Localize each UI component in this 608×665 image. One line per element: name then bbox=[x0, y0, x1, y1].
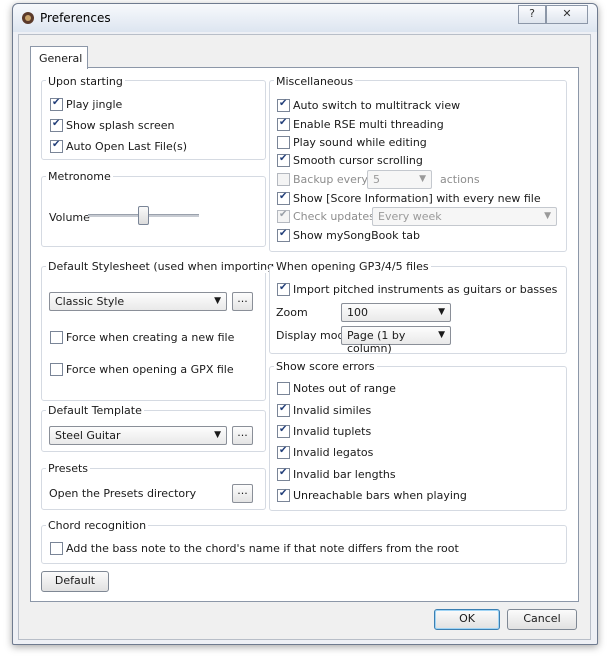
invalid-legatos-label: Invalid legatos bbox=[293, 446, 374, 459]
invalid-similes-label: Invalid similes bbox=[293, 404, 372, 417]
invalid-tuplets-checkbox[interactable] bbox=[277, 424, 290, 438]
presets-legend: Presets bbox=[46, 462, 91, 475]
mysongbook-checkbox[interactable] bbox=[277, 228, 290, 242]
misc-legend: Miscellaneous bbox=[274, 75, 356, 88]
chord-legend: Chord recognition bbox=[46, 519, 149, 532]
score-errors-legend: Show score errors bbox=[274, 360, 377, 373]
multitrack-checkbox[interactable] bbox=[277, 98, 290, 112]
stylesheet-browse-button[interactable]: ... bbox=[232, 292, 253, 311]
app-icon bbox=[22, 12, 34, 24]
display-mode-label: Display mode bbox=[276, 329, 352, 342]
volume-label: Volume bbox=[49, 211, 90, 224]
default-button[interactable]: Default bbox=[41, 571, 109, 592]
smooth-scroll-checkbox[interactable] bbox=[277, 153, 290, 167]
backup-checkbox[interactable] bbox=[277, 173, 290, 186]
presets-browse-button[interactable]: ... bbox=[232, 484, 253, 503]
metronome-legend: Metronome bbox=[46, 170, 113, 183]
display-mode-select[interactable]: Page (1 by column) ▼ bbox=[341, 326, 451, 355]
help-icon: ? bbox=[529, 7, 535, 20]
tab-label: General bbox=[39, 52, 83, 65]
chevron-down-icon: ▼ bbox=[544, 211, 551, 221]
cancel-button-label: Cancel bbox=[523, 612, 561, 625]
force-gpx-checkbox[interactable] bbox=[50, 363, 63, 376]
display-mode-value: Page (1 by column) bbox=[347, 329, 406, 355]
backup-count-spinner[interactable]: 5 ▼ bbox=[367, 170, 432, 189]
title-bar[interactable]: Preferences ? ✕ bbox=[13, 4, 597, 32]
invalid-legatos-checkbox[interactable] bbox=[277, 445, 290, 459]
score-info-label: Show [Score Information] with every new … bbox=[293, 192, 541, 205]
mysongbook-label: Show mySongBook tab bbox=[293, 229, 420, 242]
zoom-select[interactable]: 100 ▼ bbox=[341, 303, 451, 322]
close-icon: ✕ bbox=[562, 7, 572, 20]
import-pitched-checkbox[interactable] bbox=[277, 282, 290, 296]
close-button[interactable]: ✕ bbox=[546, 5, 588, 24]
cancel-button[interactable]: Cancel bbox=[507, 609, 577, 630]
notes-out-of-range-checkbox[interactable] bbox=[277, 382, 290, 395]
smooth-scroll-label: Smooth cursor scrolling bbox=[293, 154, 423, 167]
invalid-bar-lengths-label: Invalid bar lengths bbox=[293, 468, 396, 481]
zoom-label: Zoom bbox=[276, 306, 308, 319]
gp-import-legend: When opening GP3/4/5 files bbox=[274, 260, 431, 273]
ok-button-label: OK bbox=[459, 612, 475, 625]
play-jingle-label: Play jingle bbox=[66, 98, 123, 111]
bass-note-checkbox[interactable] bbox=[50, 542, 63, 555]
chevron-down-icon: ▼ bbox=[214, 296, 221, 306]
template-browse-button[interactable]: ... bbox=[232, 426, 253, 445]
multitrack-label: Auto switch to multitrack view bbox=[293, 99, 461, 112]
play-sound-checkbox[interactable] bbox=[277, 136, 290, 149]
splash-screen-checkbox[interactable] bbox=[50, 118, 63, 132]
stylesheet-select[interactable]: Classic Style ▼ bbox=[49, 292, 227, 311]
invalid-bar-lengths-checkbox[interactable] bbox=[277, 467, 290, 481]
window-title: Preferences bbox=[40, 11, 111, 25]
chevron-down-icon: ▼ bbox=[419, 174, 426, 184]
invalid-tuplets-label: Invalid tuplets bbox=[293, 425, 372, 438]
score-info-checkbox[interactable] bbox=[277, 191, 290, 205]
notes-out-of-range-label: Notes out of range bbox=[293, 382, 396, 395]
auto-open-label: Auto Open Last File(s) bbox=[66, 140, 188, 153]
rse-threading-checkbox[interactable] bbox=[277, 117, 290, 131]
update-frequency-select[interactable]: Every week ▼ bbox=[372, 207, 557, 226]
presets-label: Open the Presets directory bbox=[49, 487, 197, 500]
play-sound-label: Play sound while editing bbox=[293, 136, 427, 149]
check-updates-label: Check updates bbox=[293, 210, 375, 223]
check-updates-checkbox[interactable] bbox=[277, 209, 290, 223]
browse-label: ... bbox=[237, 292, 248, 305]
unreachable-bars-label: Unreachable bars when playing bbox=[293, 489, 467, 502]
invalid-similes-checkbox[interactable] bbox=[277, 403, 290, 417]
template-select[interactable]: Steel Guitar ▼ bbox=[49, 426, 227, 445]
backup-label: Backup every bbox=[293, 173, 368, 186]
volume-slider-thumb[interactable] bbox=[138, 206, 149, 225]
ok-button[interactable]: OK bbox=[434, 609, 500, 630]
bass-note-label: Add the bass note to the chord's name if… bbox=[66, 542, 459, 555]
browse-label: ... bbox=[237, 426, 248, 439]
force-new-file-label: Force when creating a new file bbox=[66, 331, 235, 344]
default-button-label: Default bbox=[54, 574, 96, 587]
chevron-down-icon: ▼ bbox=[214, 430, 221, 440]
rse-threading-label: Enable RSE multi threading bbox=[293, 118, 444, 131]
stylesheet-selected: Classic Style bbox=[55, 295, 125, 308]
play-jingle-checkbox[interactable] bbox=[50, 97, 63, 111]
force-new-file-checkbox[interactable] bbox=[50, 331, 63, 344]
auto-open-checkbox[interactable] bbox=[50, 139, 63, 153]
import-pitched-label: Import pitched instruments as guitars or… bbox=[293, 283, 558, 296]
general-panel: Upon starting Play jingle Show splash sc… bbox=[30, 67, 579, 602]
unreachable-bars-checkbox[interactable] bbox=[277, 488, 290, 502]
backup-unit-label: actions bbox=[440, 173, 480, 186]
force-gpx-label: Force when opening a GPX file bbox=[66, 363, 234, 376]
backup-count-value: 5 bbox=[373, 173, 380, 186]
upon-starting-legend: Upon starting bbox=[46, 75, 125, 88]
update-frequency-value: Every week bbox=[378, 210, 442, 223]
tab-general[interactable]: General bbox=[30, 46, 88, 69]
browse-label: ... bbox=[237, 484, 248, 497]
zoom-value: 100 bbox=[347, 306, 368, 319]
splash-screen-label: Show splash screen bbox=[66, 119, 175, 132]
template-legend: Default Template bbox=[46, 404, 144, 417]
stylesheet-legend: Default Stylesheet (used when importing … bbox=[46, 260, 307, 273]
help-button[interactable]: ? bbox=[518, 5, 546, 24]
template-selected: Steel Guitar bbox=[55, 429, 121, 442]
chevron-down-icon: ▼ bbox=[438, 307, 445, 317]
chevron-down-icon: ▼ bbox=[438, 330, 445, 340]
